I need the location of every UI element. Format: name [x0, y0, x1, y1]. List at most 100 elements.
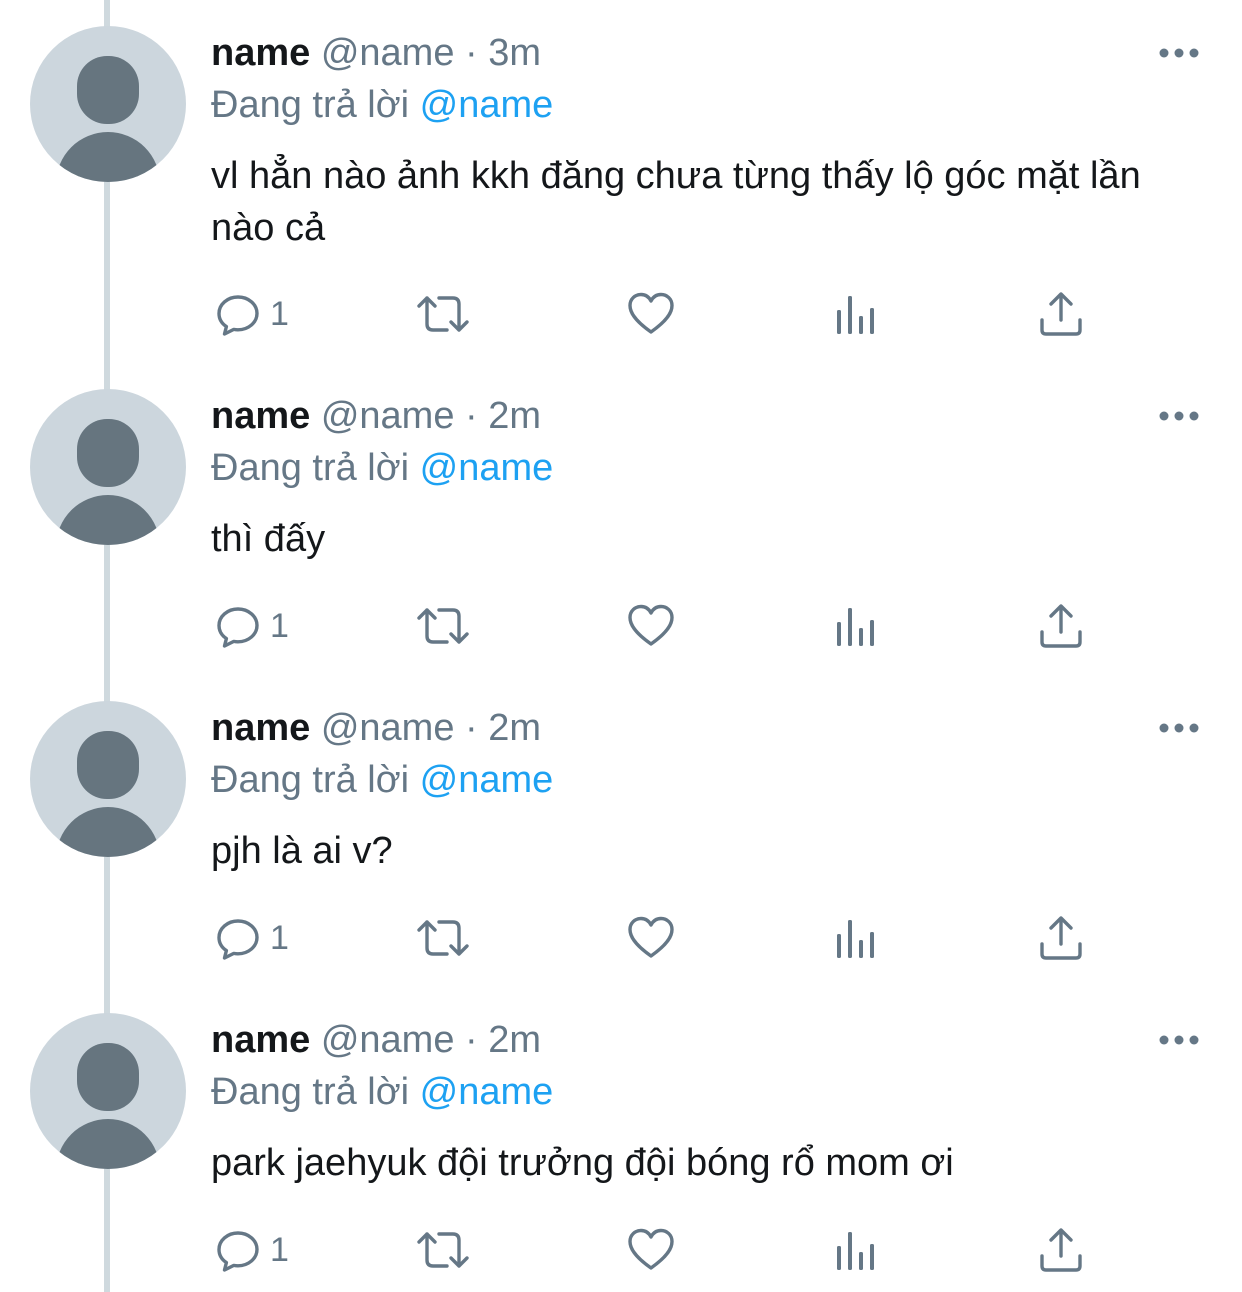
tweet-header: name @name · 2m — [211, 705, 541, 751]
tweet-actions: 1 — [0, 598, 1242, 654]
reply-bubble-icon — [217, 607, 259, 648]
reply-bubble-icon — [217, 919, 259, 960]
reply-count: 1 — [270, 918, 289, 957]
replying-to-handle[interactable]: @name — [420, 759, 554, 801]
header-separator: · — [465, 395, 478, 437]
avatar-body-shape — [56, 807, 160, 857]
heart-icon — [628, 604, 674, 646]
tweet-timestamp[interactable]: 2m — [488, 707, 541, 749]
retweet-icon — [417, 296, 469, 332]
like-button[interactable] — [626, 598, 676, 654]
author-name[interactable]: name — [211, 395, 310, 437]
replying-to-label: Đang trả lời — [211, 759, 410, 801]
reply-button[interactable]: 1 — [214, 1222, 289, 1278]
share-upload-icon — [1040, 1228, 1082, 1272]
tweet-text: pjh là ai v? — [211, 830, 393, 872]
tweet-timestamp[interactable]: 3m — [488, 32, 541, 74]
avatar[interactable] — [30, 389, 186, 545]
author-name[interactable]: name — [211, 707, 310, 749]
replying-to-handle[interactable]: @name — [420, 447, 554, 489]
tweet-text: thì đấy — [211, 518, 326, 560]
tweet-actions: 1 — [0, 1222, 1242, 1278]
replying-to-label: Đang trả lời — [211, 1071, 410, 1113]
avatar-body-shape — [56, 495, 160, 545]
tweet-header: name @name · 2m — [211, 1017, 541, 1063]
header-separator: · — [465, 1019, 478, 1061]
reply-button[interactable]: 1 — [214, 910, 289, 966]
replying-to: Đang trả lời @name — [211, 82, 553, 128]
analytics-bars-icon — [837, 1232, 874, 1270]
avatar[interactable] — [30, 26, 186, 182]
like-button[interactable] — [626, 910, 676, 966]
avatar-head-shape — [77, 419, 139, 487]
analytics-bars-icon — [837, 296, 874, 334]
avatar[interactable] — [30, 701, 186, 857]
replying-to: Đang trả lời @name — [211, 445, 553, 491]
author-name[interactable]: name — [211, 1019, 310, 1061]
more-dots-icon[interactable] — [1158, 409, 1200, 423]
retweet-button[interactable] — [414, 910, 472, 966]
more-dots-icon[interactable] — [1158, 46, 1200, 60]
tweet-timestamp[interactable]: 2m — [488, 395, 541, 437]
analytics-button[interactable] — [832, 910, 880, 966]
share-upload-icon — [1040, 292, 1082, 336]
retweet-button[interactable] — [414, 598, 472, 654]
avatar-body-shape — [56, 132, 160, 182]
share-button[interactable] — [1038, 1222, 1084, 1278]
like-button[interactable] — [626, 286, 676, 342]
analytics-button[interactable] — [832, 598, 880, 654]
reply-button[interactable]: 1 — [214, 286, 289, 342]
avatar[interactable] — [30, 1013, 186, 1169]
heart-icon — [628, 292, 674, 334]
retweet-icon — [417, 920, 469, 956]
analytics-bars-icon — [837, 608, 874, 646]
share-button[interactable] — [1038, 910, 1084, 966]
heart-icon — [628, 1228, 674, 1270]
tweet-actions: 1 — [0, 910, 1242, 966]
more-dots-icon[interactable] — [1158, 1033, 1200, 1047]
avatar-head-shape — [77, 731, 139, 799]
tweet-text: park jaehyuk đội trưởng đội bóng rổ mom … — [211, 1142, 954, 1184]
replying-to: Đang trả lời @name — [211, 1069, 553, 1115]
like-button[interactable] — [626, 1222, 676, 1278]
tweet-header: name @name · 3m — [211, 30, 541, 76]
share-button[interactable] — [1038, 286, 1084, 342]
more-dots-icon[interactable] — [1158, 721, 1200, 735]
retweet-button[interactable] — [414, 286, 472, 342]
author-handle[interactable]: @name — [321, 395, 455, 437]
reply-bubble-icon — [217, 295, 259, 336]
author-handle[interactable]: @name — [321, 707, 455, 749]
replying-to-label: Đang trả lời — [211, 447, 410, 489]
tweet-timestamp[interactable]: 2m — [488, 1019, 541, 1061]
reply-count: 1 — [270, 1230, 289, 1269]
retweet-button[interactable] — [414, 1222, 472, 1278]
replying-to: Đang trả lời @name — [211, 757, 553, 803]
share-button[interactable] — [1038, 598, 1084, 654]
tweet-actions: 1 — [0, 286, 1242, 342]
tweet-header: name @name · 2m — [211, 393, 541, 439]
author-name[interactable]: name — [211, 32, 310, 74]
analytics-button[interactable] — [832, 286, 880, 342]
retweet-icon — [417, 608, 469, 644]
header-separator: · — [465, 32, 478, 74]
replying-to-label: Đang trả lời — [211, 84, 410, 126]
heart-icon — [628, 916, 674, 958]
share-upload-icon — [1040, 916, 1082, 960]
analytics-button[interactable] — [832, 1222, 880, 1278]
avatar-body-shape — [56, 1119, 160, 1169]
reply-count: 1 — [270, 294, 289, 333]
reply-button[interactable]: 1 — [214, 598, 289, 654]
reply-count: 1 — [270, 606, 289, 645]
replying-to-handle[interactable]: @name — [420, 1071, 554, 1113]
analytics-bars-icon — [837, 920, 874, 958]
tweet-text: vl hẳn nào ảnh kkh đăng chưa từng thấy l… — [211, 155, 1141, 249]
author-handle[interactable]: @name — [321, 32, 455, 74]
avatar-head-shape — [77, 1043, 139, 1111]
avatar-head-shape — [77, 56, 139, 124]
retweet-icon — [417, 1232, 469, 1268]
replying-to-handle[interactable]: @name — [420, 84, 554, 126]
author-handle[interactable]: @name — [321, 1019, 455, 1061]
reply-bubble-icon — [217, 1231, 259, 1272]
header-separator: · — [465, 707, 478, 749]
share-upload-icon — [1040, 604, 1082, 648]
